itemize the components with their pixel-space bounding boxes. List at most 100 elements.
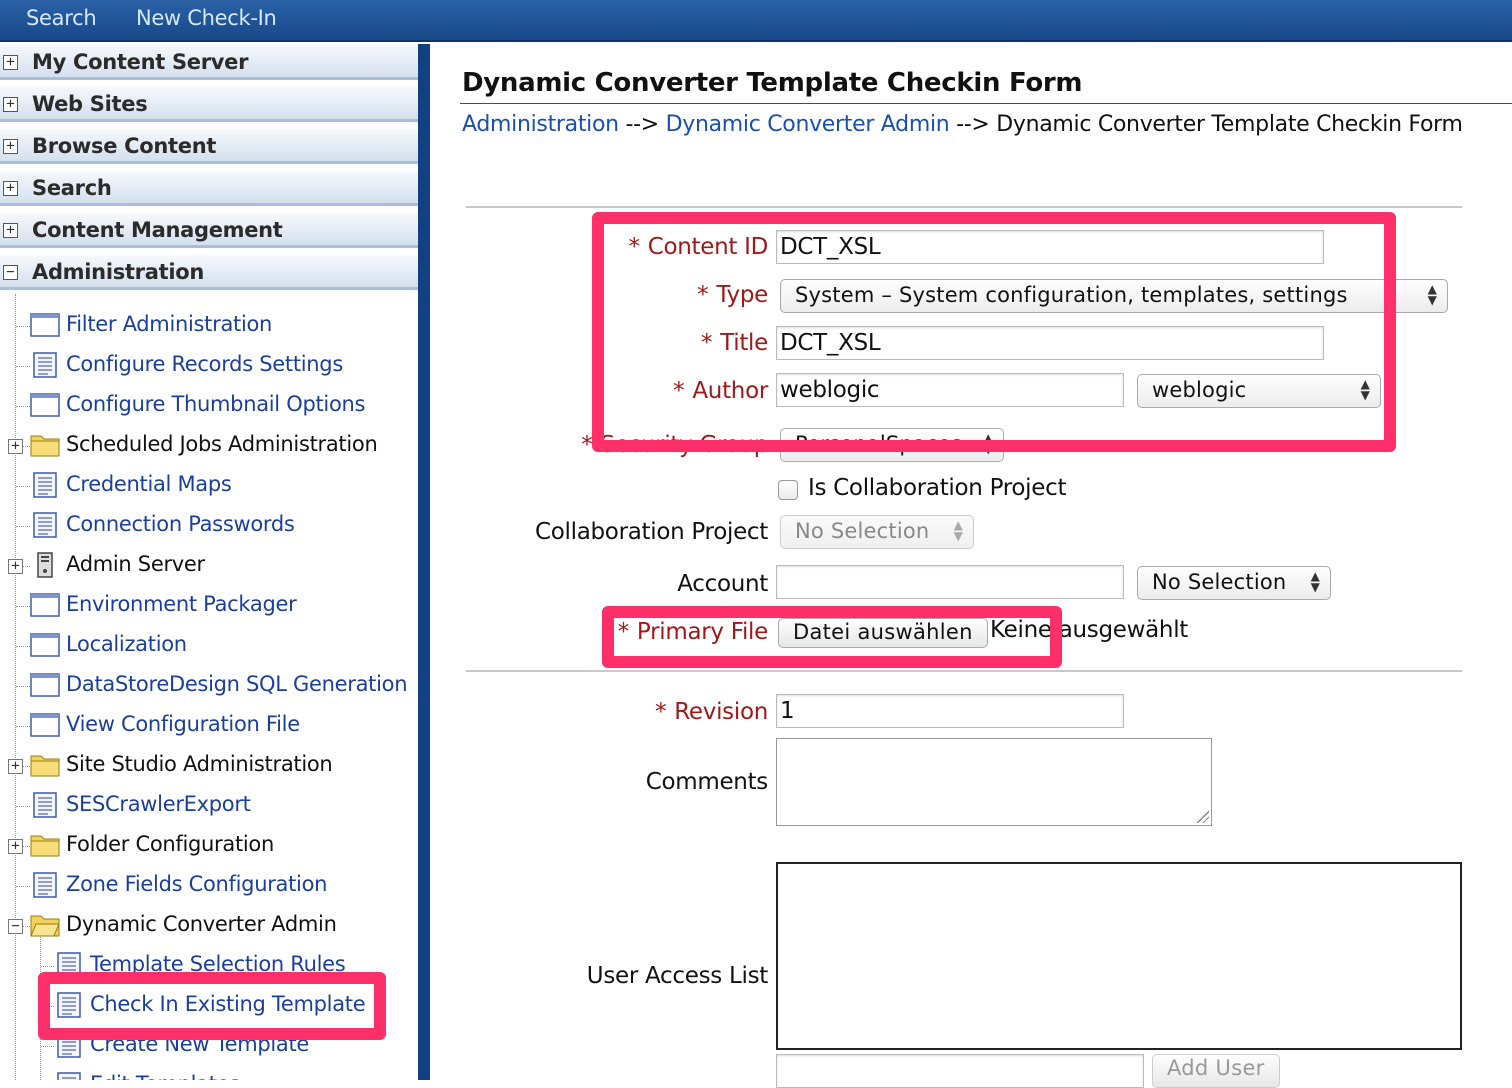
nav-section-label: Search — [32, 176, 112, 200]
expand-icon[interactable]: + — [3, 97, 18, 112]
nav-section-administration[interactable]: − Administration — [0, 254, 418, 290]
nav-section-web-sites[interactable]: + Web Sites — [0, 86, 418, 122]
document-icon — [30, 352, 60, 378]
expand-icon[interactable]: + — [8, 839, 23, 854]
top-bar: Search New Check-In — [0, 0, 1512, 42]
tree-guide — [16, 806, 30, 807]
comments-textarea[interactable] — [776, 738, 1212, 826]
resize-grip-icon[interactable] — [1195, 809, 1209, 823]
folder-open-icon — [30, 912, 60, 938]
title-input[interactable] — [776, 326, 1324, 360]
main-content: Dynamic Converter Template Checkin Form … — [442, 44, 1512, 1088]
breadcrumb-current: Dynamic Converter Template Checkin Form — [996, 112, 1463, 137]
admin-tree: Filter Administration Configure Records S… — [0, 294, 418, 1080]
document-icon — [30, 472, 60, 498]
collaboration-project-select[interactable]: No Selection ▲ ▼ — [780, 515, 974, 549]
expand-icon[interactable]: + — [3, 139, 18, 154]
nav-section-browse-content[interactable]: + Browse Content — [0, 128, 418, 164]
security-group-select[interactable]: PersonalSpaces ▲ ▼ — [780, 428, 1004, 462]
account-select[interactable]: No Selection ▲ ▼ — [1137, 566, 1331, 600]
select-arrows-icon: ▲ ▼ — [1427, 282, 1437, 307]
security-group-label: * Security Group — [581, 432, 768, 458]
comments-label: Comments — [645, 769, 769, 795]
admin-tree-item-label: Credential Maps — [66, 472, 232, 496]
breadcrumb-dc-admin-link[interactable]: Dynamic Converter Admin — [666, 112, 950, 137]
revision-input[interactable] — [776, 694, 1124, 728]
admin-tree-item-label: Connection Passwords — [66, 512, 295, 536]
account-input[interactable] — [776, 565, 1124, 599]
dc-admin-tree-item-label: Create New Template — [90, 1032, 310, 1056]
dc-admin-tree-item-label: Edit Templates — [90, 1072, 240, 1080]
type-label: * Type — [697, 282, 768, 308]
folder-icon — [30, 752, 60, 778]
author-input[interactable] — [776, 373, 1124, 407]
tree-guide — [40, 934, 41, 1080]
expand-icon[interactable]: + — [8, 439, 23, 454]
breadcrumb-separator: --> — [949, 112, 997, 137]
breadcrumb-administration-link[interactable]: Administration — [462, 112, 619, 137]
admin-tree-item-label: Configure Thumbnail Options — [66, 392, 366, 416]
author-select[interactable]: weblogic ▲ ▼ — [1137, 374, 1381, 408]
admin-tree-item-label: Admin Server — [66, 552, 205, 576]
security-group-select-value: PersonalSpaces — [795, 432, 963, 456]
nav-section-search[interactable]: + Search — [0, 170, 418, 206]
topbar-search-link[interactable]: Search — [26, 6, 97, 30]
tree-guide — [41, 966, 54, 967]
document-icon — [30, 792, 60, 818]
tree-guide — [16, 886, 30, 887]
content-id-input[interactable] — [776, 230, 1324, 264]
title-label: * Title — [701, 330, 768, 356]
document-icon — [54, 952, 84, 978]
tree-guide — [16, 486, 30, 487]
topbar-new-checkin-link[interactable]: New Check-In — [136, 6, 277, 30]
user-access-listbox[interactable] — [776, 862, 1462, 1050]
tree-guide — [41, 1046, 54, 1047]
add-user-button[interactable]: Add User — [1152, 1054, 1280, 1088]
collaboration-checkbox[interactable] — [778, 480, 798, 500]
admin-tree-item-label: SESCrawlerExport — [66, 792, 251, 816]
nav-section-my-content-server[interactable]: + My Content Server — [0, 44, 418, 80]
admin-tree-item-label: Dynamic Converter Admin — [66, 912, 337, 936]
tree-guide — [16, 726, 30, 727]
tree-guide — [16, 646, 30, 647]
breadcrumb-separator: --> — [618, 112, 666, 137]
nav-section-content-management[interactable]: + Content Management — [0, 212, 418, 248]
expand-icon[interactable]: + — [8, 759, 23, 774]
select-arrows-icon: ▲ ▼ — [1360, 377, 1370, 402]
type-select-value: System – System configuration, templates… — [795, 283, 1348, 307]
author-select-value: weblogic — [1152, 378, 1247, 402]
add-user-input[interactable] — [776, 1054, 1144, 1088]
expand-icon[interactable]: + — [3, 55, 18, 70]
choose-file-button[interactable]: Datei auswählen — [778, 618, 988, 648]
expand-icon[interactable]: + — [8, 559, 23, 574]
admin-tree-item-label: Folder Configuration — [66, 832, 274, 856]
nav-section-label: Administration — [32, 260, 204, 284]
nav-section-label: Content Management — [32, 218, 283, 242]
admin-tree-item-label: DataStoreDesign SQL Generation — [66, 672, 408, 696]
tree-guide — [16, 326, 30, 327]
admin-tree-item-label: Environment Packager — [66, 592, 297, 616]
tree-guide — [16, 366, 30, 367]
expand-icon[interactable]: + — [3, 181, 18, 196]
type-select[interactable]: System – System configuration, templates… — [780, 279, 1448, 313]
collapse-icon[interactable]: − — [3, 265, 18, 280]
expand-icon[interactable]: + — [3, 223, 18, 238]
select-arrows-icon: ▲ ▼ — [1310, 569, 1320, 594]
title-divider — [460, 103, 1512, 104]
collaboration-project-label: Collaboration Project — [535, 519, 768, 545]
tree-guide — [16, 606, 30, 607]
content-id-label: * Content ID — [628, 234, 769, 260]
nav-section-label: My Content Server — [32, 50, 249, 74]
collapse-icon[interactable]: − — [8, 919, 23, 934]
revision-label: * Revision — [655, 699, 768, 725]
document-icon — [54, 992, 84, 1018]
dc-admin-tree-item-label: Template Selection Rules — [90, 952, 346, 976]
primary-file-status: Keine ausgewählt — [990, 617, 1189, 643]
primary-file-label: * Primary File — [617, 619, 769, 645]
dc-admin-tree-item-label: Check In Existing Template — [90, 992, 366, 1016]
select-arrows-icon: ▲ ▼ — [983, 431, 993, 456]
folder-icon — [30, 832, 60, 858]
page-icon — [30, 672, 60, 698]
tree-guide — [41, 1006, 54, 1007]
select-arrows-icon: ▲ ▼ — [953, 518, 963, 543]
